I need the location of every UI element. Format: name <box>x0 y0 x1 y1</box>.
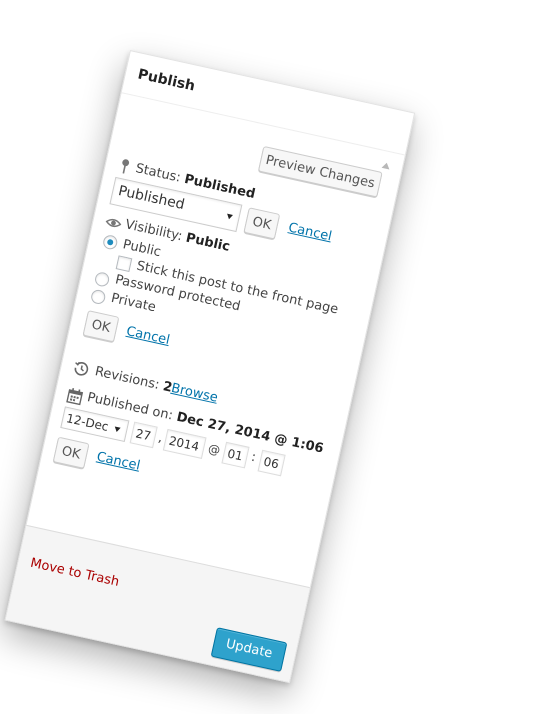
visibility-public-radio[interactable] <box>101 233 119 251</box>
visibility-password-radio[interactable] <box>93 271 111 288</box>
visibility-value: Public <box>184 230 232 255</box>
visibility-ok-button[interactable]: OK <box>82 310 120 343</box>
published-minute-input[interactable]: 06 <box>257 449 286 477</box>
published-month-value: 12-Dec <box>65 411 110 434</box>
eye-icon <box>105 218 122 228</box>
screenshot-stage: Publish Preview Changes Status: Publishe… <box>0 0 556 714</box>
status-ok-button[interactable]: OK <box>243 207 281 240</box>
date-at: @ <box>206 441 222 458</box>
status-select-value: Published <box>116 183 187 214</box>
move-to-trash-link[interactable]: Move to Trash <box>29 556 121 590</box>
visibility-cancel-link[interactable]: Cancel <box>125 324 171 348</box>
chevron-down-icon <box>226 213 233 220</box>
calendar-icon <box>66 388 84 406</box>
publish-panel: Publish Preview Changes Status: Publishe… <box>4 50 416 684</box>
status-cancel-link[interactable]: Cancel <box>287 220 333 244</box>
revisions-row: Revisions: 2 <box>94 364 174 396</box>
update-button[interactable]: Update <box>210 627 288 672</box>
panel-title: Publish <box>136 66 197 95</box>
triangle-up-icon[interactable] <box>381 161 391 170</box>
published-year-input[interactable]: 2014 <box>162 428 207 459</box>
revisions-label: Revisions: <box>93 364 161 393</box>
visibility-private-radio[interactable] <box>89 288 107 306</box>
revisions-browse-link[interactable]: Browse <box>170 381 219 406</box>
history-icon <box>74 361 89 376</box>
published-cancel-link[interactable]: Cancel <box>95 450 141 474</box>
published-ok-button[interactable]: OK <box>52 436 90 469</box>
panel-header[interactable]: Publish <box>121 51 414 156</box>
pin-icon <box>122 159 130 174</box>
date-comma: , <box>156 430 165 446</box>
publish-footer: Move to Trash Update <box>5 524 310 682</box>
published-day-input[interactable]: 27 <box>129 421 158 449</box>
published-hour-input[interactable]: 01 <box>221 441 250 469</box>
chevron-down-icon <box>113 426 121 433</box>
sticky-checkbox[interactable] <box>115 255 133 273</box>
preview-changes-button[interactable]: Preview Changes <box>257 145 383 198</box>
time-colon: : <box>249 449 258 466</box>
